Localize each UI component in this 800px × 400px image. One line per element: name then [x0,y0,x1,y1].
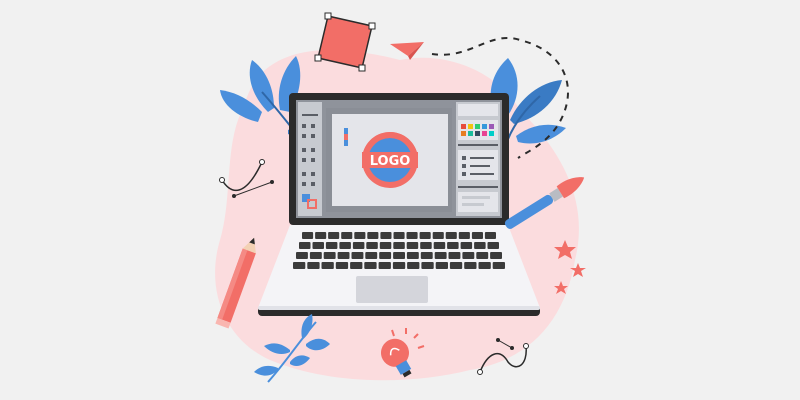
trackpad [356,276,428,303]
keyboard-key [420,242,432,249]
keyboard-key [339,242,351,249]
keyboard-key [421,262,434,269]
swatch [468,131,473,136]
keyboard-key [449,262,463,269]
keyboard-key [406,232,418,239]
keyboard-key [490,252,502,259]
keyboard-key [379,242,392,249]
keyboard-key [464,262,477,269]
keyboard-key [445,232,457,239]
keyboard-key [315,232,327,239]
keyboard-key [296,252,308,259]
keyboard-key [352,242,365,249]
swatch [489,131,494,136]
keyboard-key [350,262,363,269]
keyboard-key [393,242,405,249]
swatch [482,131,487,136]
swatch [475,124,480,129]
keyboard-key [323,252,336,259]
swatch [461,131,466,136]
swatch [461,124,466,129]
keyboard-key [341,232,353,239]
keyboard-key [293,262,306,269]
keyboard-key [492,262,505,269]
keyboard-key [328,232,340,239]
keyboard-key [393,252,405,259]
keyboard-key [484,232,496,239]
keyboard-key [433,242,446,249]
keyboard-key [406,252,419,259]
keyboard-key [406,242,419,249]
swatch [475,131,480,136]
keyboard-key [335,262,349,269]
keyboard-key [380,232,392,239]
keyboard-key [487,242,499,249]
keyboard-key [432,232,444,239]
keyboard-key [420,252,433,259]
keyboard-key [307,262,320,269]
swatch [489,124,494,129]
keyboard-key [434,252,447,259]
keyboard-key [354,232,366,239]
keyboard-key [378,262,391,269]
keyboard-key [474,242,486,249]
keyboard-key [393,232,405,239]
keyboard-key [392,262,406,269]
keyboard-key [351,252,364,259]
keyboard-key [299,242,311,249]
keyboard-key [471,232,483,239]
keyboard-key [337,252,350,259]
illustration-scene: LOGO [0,0,800,400]
keyboard-key [447,242,459,249]
keyboard-key [448,252,461,259]
keyboard-key [325,242,338,249]
keyboard-key [435,262,448,269]
keyboard-key [460,242,473,249]
keyboard-key [364,262,377,269]
logo-text: LOGO [370,154,411,169]
keyboard-key [379,252,392,259]
keyboard-key [478,262,491,269]
swatch [468,124,473,129]
keyboard-key [462,252,475,259]
swatch [482,124,487,129]
keyboard-key [312,242,324,249]
keyboard-key [365,252,378,259]
laptop-icon: LOGO [258,93,540,316]
keyboard-key [367,232,379,239]
keyboard-key [321,262,334,269]
keyboard-key [407,262,420,269]
keyboard-key [419,232,431,239]
keyboard-key [458,232,470,239]
keyboard-key [309,252,322,259]
keyboard-key [302,232,314,239]
keyboard-key [366,242,378,249]
keyboard-key [476,252,489,259]
